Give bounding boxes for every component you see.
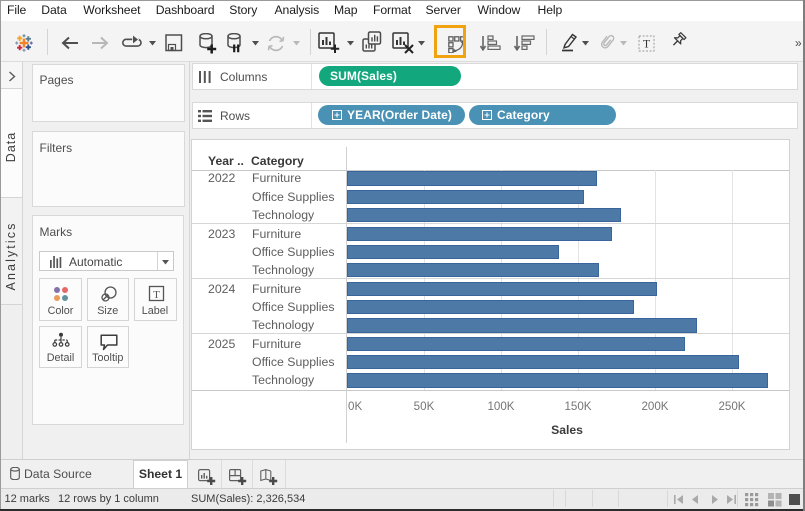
svg-text:T: T <box>643 39 650 51</box>
svg-text:T: T <box>153 289 160 301</box>
